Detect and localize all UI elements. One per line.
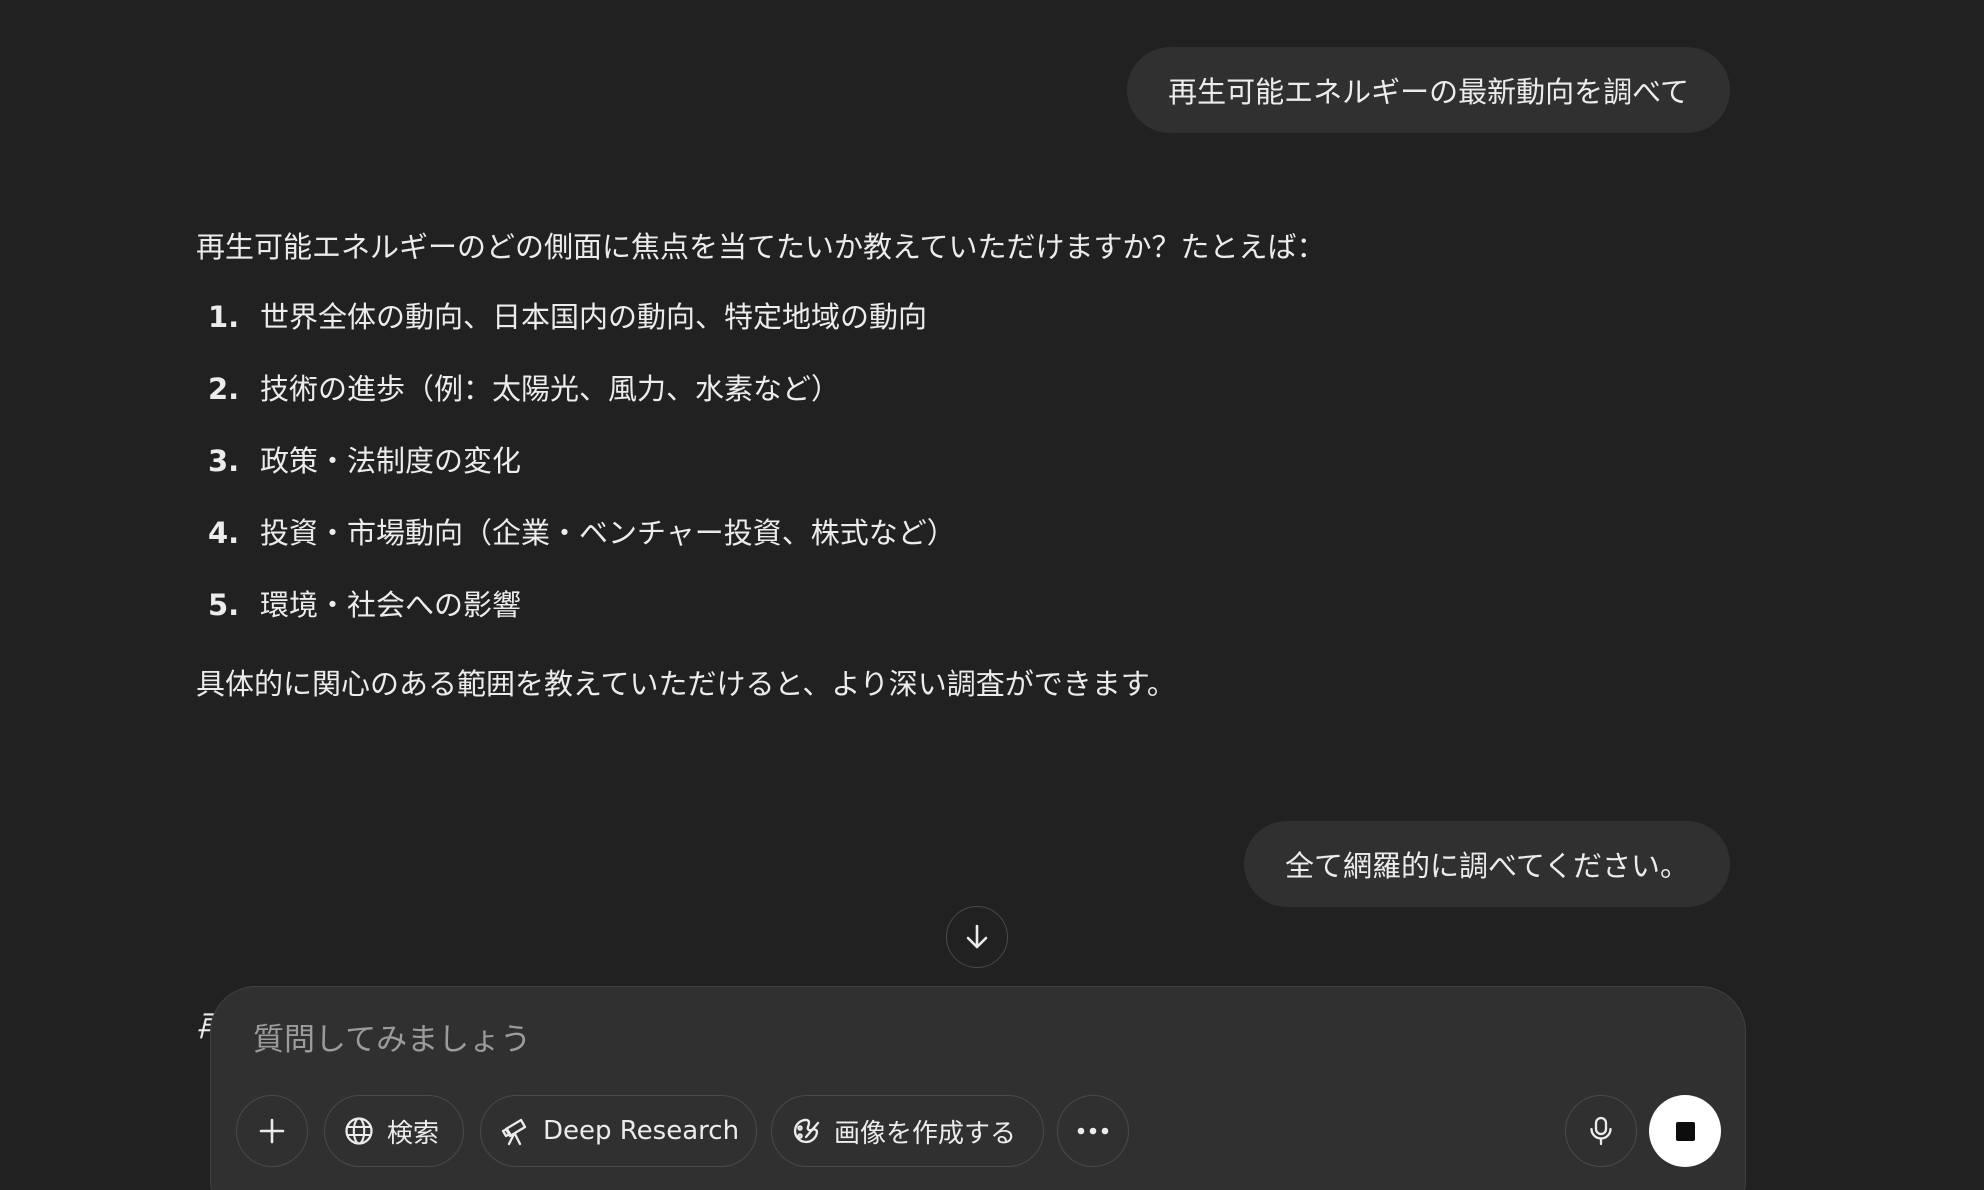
list-item-number: 2. (208, 372, 240, 406)
list-item: 4. 投資・市場動向（企業・ベンチャー投資、株式など） (196, 497, 1736, 569)
list-item: 5. 環境・社会への影響 (196, 569, 1736, 641)
list-item-number: 3. (208, 444, 240, 478)
add-button[interactable] (236, 1095, 308, 1167)
list-item: 1. 世界全体の動向、日本国内の動向、特定地域の動向 (196, 281, 1736, 353)
list-item: 2. 技術の進歩（例：太陽光、風力、水素など） (196, 353, 1736, 425)
stop-button[interactable] (1649, 1095, 1721, 1167)
list-item-text: 世界全体の動向、日本国内の動向、特定地域の動向 (260, 300, 928, 334)
list-item-number: 4. (208, 516, 240, 550)
globe-icon (345, 1117, 373, 1145)
user-message-bubble: 再生可能エネルギーの最新動向を調べて (1127, 47, 1730, 133)
composer: 検索 Deep Research 画像を作成する (210, 986, 1746, 1190)
list-item-text: 技術の進歩（例：太陽光、風力、水素など） (260, 372, 841, 406)
plus-icon (259, 1118, 285, 1144)
assistant-list: 1. 世界全体の動向、日本国内の動向、特定地域の動向 2. 技術の進歩（例：太陽… (196, 281, 1736, 641)
create-image-button-label: 画像を作成する (834, 1118, 1017, 1149)
list-item-number: 5. (208, 588, 240, 622)
chat-page: 再生可能エネルギーの最新動向を調べて 再生可能エネルギーのどの側面に焦点を当てた… (0, 0, 1984, 1190)
prompt-input[interactable] (251, 1009, 1655, 1071)
assistant-intro-text: 再生可能エネルギーのどの側面に焦点を当てたいか教えていただけますか？たとえば： (196, 230, 1326, 264)
assistant-outro-text: 具体的に関心のある範囲を教えていただけると、より深い調査ができます。 (196, 667, 1176, 701)
paint-palette-icon (793, 1118, 820, 1144)
search-button-label: 検索 (387, 1118, 440, 1149)
microphone-icon (1590, 1116, 1612, 1146)
scroll-down-button[interactable] (946, 906, 1008, 968)
search-button[interactable]: 検索 (324, 1095, 464, 1167)
more-button[interactable] (1057, 1095, 1129, 1167)
user-message-text: 再生可能エネルギーの最新動向を調べて (1168, 75, 1689, 109)
assistant-message: 再生可能エネルギーのどの側面に焦点を当てたいか教えていただけますか？たとえば： … (196, 216, 1736, 715)
user-message-text: 全て網羅的に調べてください。 (1285, 849, 1689, 883)
user-message-bubble: 全て網羅的に調べてください。 (1244, 821, 1730, 907)
list-item-text: 投資・市場動向（企業・ベンチャー投資、株式など） (260, 516, 956, 550)
telescope-icon (501, 1118, 527, 1146)
deep-research-button[interactable]: Deep Research (480, 1095, 757, 1167)
stop-icon (1675, 1121, 1695, 1141)
microphone-button[interactable] (1565, 1095, 1637, 1167)
list-item: 3. 政策・法制度の変化 (196, 425, 1736, 497)
list-item-text: 環境・社会への影響 (260, 588, 522, 622)
list-item-text: 政策・法制度の変化 (260, 444, 522, 478)
ellipsis-icon (1077, 1127, 1109, 1135)
arrow-down-icon (966, 924, 988, 949)
create-image-button[interactable]: 画像を作成する (771, 1095, 1044, 1167)
deep-research-button-label: Deep Research (543, 1116, 740, 1146)
list-item-number: 1. (208, 300, 240, 334)
